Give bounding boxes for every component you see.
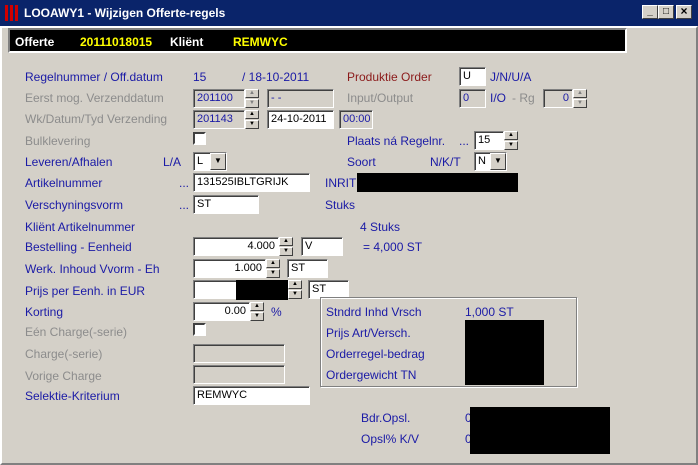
vorige-charge-field[interactable] — [193, 365, 285, 384]
ordergewicht-label: Ordergewicht TN — [326, 368, 417, 382]
redacted-block — [357, 173, 518, 192]
chevron-down-icon[interactable]: ▼ — [210, 153, 226, 170]
offerte-number: 20111018015 — [80, 35, 153, 49]
verschyningsvorm-description: Stuks — [325, 198, 356, 212]
bestelling-unit-field[interactable]: V — [301, 237, 343, 256]
artikelnummer-label: Artikelnummer — [25, 176, 103, 190]
wk-datum-label: Wk/Datum/Tyd Verzending — [25, 112, 168, 126]
prijs-art-label: Prijs Art/Versch. — [326, 326, 411, 340]
versch-lookup-dots[interactable]: ... — [179, 198, 189, 212]
werk-inhoud-label: Werk. Inhoud Vvorm - Eh — [25, 262, 160, 276]
orderregel-bedrag-label: Orderregel-bedrag — [326, 347, 425, 361]
verschyningsvorm-label: Verschyningsvorm — [25, 198, 124, 212]
wk-week-spinner[interactable]: ▲ ▼ — [245, 110, 259, 129]
title-bar: LOOAWY1 - Wijzigen Offerte-regels _ □ × — [0, 0, 698, 26]
offdatum-value: / 18-10-2011 — [242, 70, 310, 84]
opsl-kv-label: Opsl% K/V — [361, 432, 420, 446]
artikelnummer-input[interactable]: 131525IBLTGRIJK — [193, 173, 310, 192]
bestelling-input[interactable]: 4.000 — [193, 237, 279, 256]
produktie-order-label: Produktie Order — [347, 70, 432, 84]
redacted-block — [465, 320, 544, 385]
stuks-text: 4 Stuks — [360, 220, 401, 234]
plaats-field[interactable]: 15 — [474, 131, 504, 150]
regelnummer-label: Regelnummer / Off.datum — [25, 70, 163, 84]
artikel-lookup-dots[interactable]: ... — [179, 176, 189, 190]
selektie-kriterium-input[interactable]: REMWYC — [193, 386, 310, 405]
stndrd-inhd-value: 1,000 ST — [465, 305, 514, 319]
werk-spinner[interactable]: ▲ ▼ — [266, 259, 280, 278]
eerst-week-spinner[interactable]: ▲ ▼ — [245, 89, 259, 108]
bestelling-eenheid-label: Bestelling - Eenheid — [25, 240, 132, 254]
vorige-charge-label: Vorige Charge — [25, 369, 102, 383]
window-title: LOOAWY1 - Wijzigen Offerte-regels — [24, 6, 226, 20]
input-output-field[interactable]: 0 — [459, 89, 486, 108]
een-charge-label: Eén Charge(-serie) — [25, 325, 128, 339]
leveren-hint: L/A — [163, 155, 182, 169]
io-label: I/O — [490, 91, 507, 105]
werk-unit-field[interactable]: ST — [287, 259, 328, 278]
prijs-per-eenheid-label: Prijs per Eenh. in EUR — [25, 284, 146, 298]
korting-spinner[interactable]: ▲ ▼ — [250, 302, 264, 321]
artikel-description: INRIT — [325, 176, 357, 190]
klient-artikelnummer-label: Kliënt Artikelnummer — [25, 220, 136, 234]
chevron-down-icon[interactable]: ▼ — [490, 153, 506, 170]
close-button[interactable]: × — [676, 5, 692, 19]
leveren-afhalen-label: Leveren/Afhalen — [25, 155, 113, 169]
app-icon[interactable] — [5, 5, 19, 21]
eerst-date-field[interactable]: - - — [267, 89, 334, 108]
regelnummer-value: 15 — [193, 70, 207, 84]
minimize-button[interactable]: _ — [642, 5, 658, 19]
maximize-button[interactable]: □ — [658, 5, 674, 19]
rg-field[interactable]: 0 — [543, 89, 573, 108]
bestelling-result: = 4,000 ST — [363, 240, 423, 254]
bestelling-spinner[interactable]: ▲ ▼ — [279, 237, 293, 256]
rg-spinner[interactable]: ▲ ▼ — [573, 89, 587, 108]
produktie-order-input[interactable]: U — [459, 67, 486, 86]
redacted-block — [470, 407, 610, 454]
wk-week-field[interactable]: 201143 — [193, 110, 245, 129]
soort-label: Soort — [347, 155, 376, 169]
stndrd-inhd-label: Stndrd Inhd Vrsch — [326, 305, 422, 319]
een-charge-checkbox[interactable] — [193, 323, 206, 336]
input-output-label: Input/Output — [347, 91, 414, 105]
klient-label: Kliënt — [170, 35, 204, 49]
bdr-opsl-label: Bdr.Opsl. — [361, 411, 411, 425]
bulklevering-checkbox[interactable] — [193, 132, 206, 145]
plaats-label: Plaats ná Regelnr. — [347, 134, 446, 148]
werk-inhoud-input[interactable]: 1.000 — [193, 259, 266, 278]
charge-label: Charge(-serie) — [25, 347, 103, 361]
produktie-order-options: J/N/U/A — [490, 70, 532, 84]
prijs-spinner[interactable]: ▲ ▼ — [288, 280, 302, 299]
eerst-verzenddatum-label: Eerst mog. Verzenddatum — [25, 91, 164, 105]
soort-hint: N/K/T — [430, 155, 461, 169]
offerte-label: Offerte — [15, 35, 55, 49]
klient-code: REMWYC — [233, 35, 288, 49]
bulklevering-label: Bulklevering — [25, 134, 91, 148]
korting-unit: % — [271, 305, 282, 319]
offer-header: Offerte 20111018015 Kliënt REMWYC — [8, 28, 627, 53]
wk-time-field[interactable]: 00:00 — [339, 110, 373, 129]
plaats-spinner[interactable]: ▲ ▼ — [504, 131, 518, 150]
verschyningsvorm-input[interactable]: ST — [193, 195, 259, 214]
eerst-week-field[interactable]: 201100 — [193, 89, 245, 108]
wk-date-field[interactable]: 24-10-2011 — [267, 110, 334, 129]
korting-input[interactable]: 0.00 — [193, 302, 250, 321]
korting-label: Korting — [25, 305, 64, 319]
plaats-lookup-dots[interactable]: ... — [459, 134, 469, 148]
charge-field[interactable] — [193, 344, 285, 363]
rg-label: - Rg — [512, 91, 535, 105]
redacted-block — [236, 280, 288, 300]
selektie-kriterium-label: Selektie-Kriterium — [25, 389, 120, 403]
